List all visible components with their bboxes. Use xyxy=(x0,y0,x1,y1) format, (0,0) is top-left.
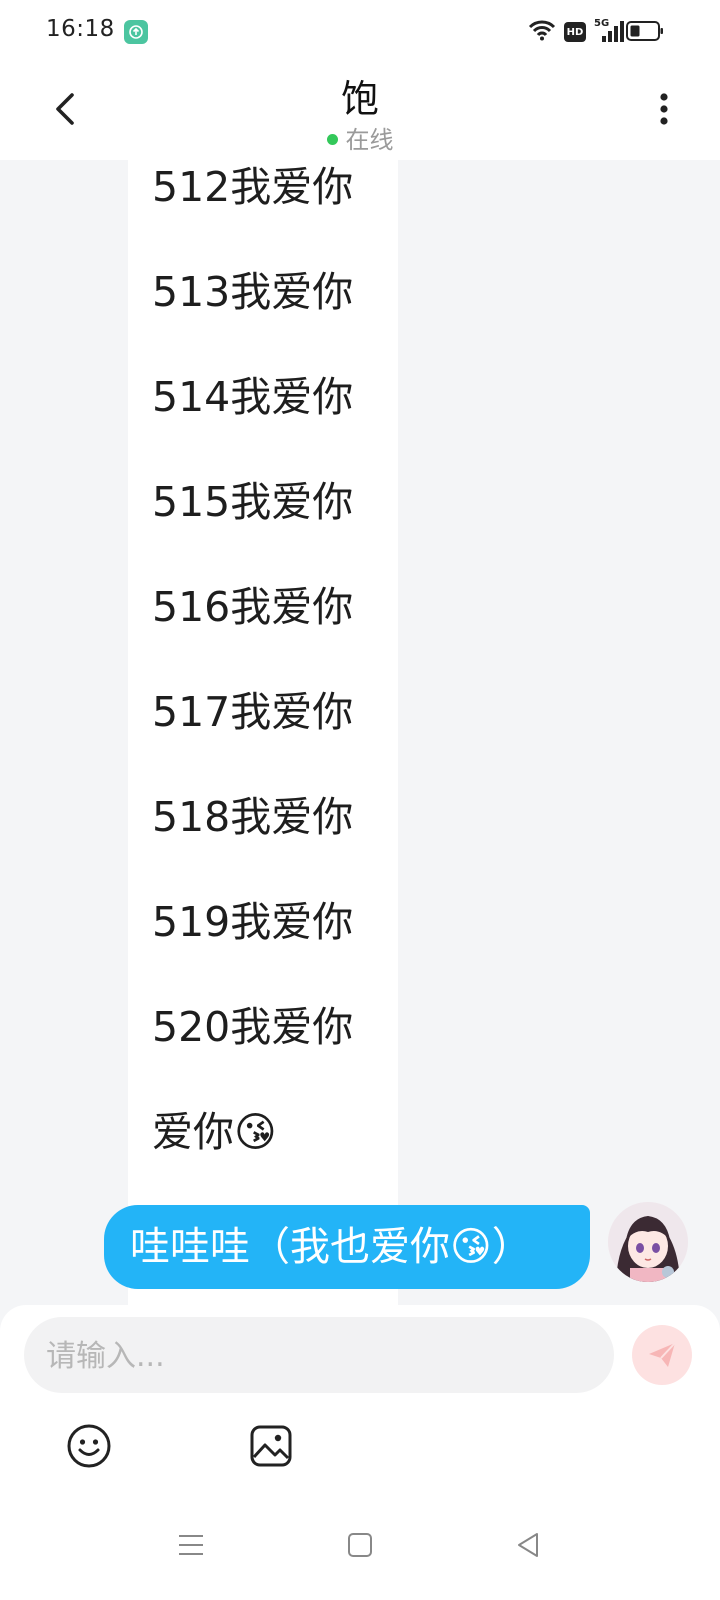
message-line: 爱你😘 xyxy=(152,1108,277,1156)
battery-icon xyxy=(626,20,664,46)
avatar-illustration xyxy=(608,1202,688,1282)
message-line: 516我爱你 xyxy=(152,583,354,631)
nav-home-button[interactable] xyxy=(345,1530,375,1560)
chat-title: 饱 xyxy=(340,77,379,121)
message-line: 518我爱你 xyxy=(152,793,354,841)
image-button[interactable] xyxy=(248,1423,294,1469)
avatar[interactable] xyxy=(608,1202,688,1282)
message-line: 512我爱你 xyxy=(152,163,354,211)
send-icon xyxy=(649,1342,676,1367)
more-options-button[interactable] xyxy=(648,87,680,131)
status-bar: 16:18 HD 5G xyxy=(0,0,720,62)
emoji-button[interactable] xyxy=(66,1423,112,1469)
message-line: 519我爱你 xyxy=(152,898,354,946)
message-list[interactable]: 512我爱你 513我爱你 514我爱你 515我爱你 516我爱你 517我爱… xyxy=(0,160,720,1305)
app-notification-icon xyxy=(124,20,148,44)
message-line: 517我爱你 xyxy=(152,688,354,736)
menu-icon xyxy=(179,1535,203,1555)
message-line: 513我爱你 xyxy=(152,268,354,316)
send-button[interactable] xyxy=(632,1325,692,1385)
wifi-icon xyxy=(528,19,556,45)
home-square-icon xyxy=(348,1533,372,1557)
incoming-message-bubble[interactable]: 512我爱你 513我爱你 514我爱你 515我爱你 516我爱你 517我爱… xyxy=(128,160,398,1305)
message-line: 520我爱你 xyxy=(152,1003,354,1051)
online-status: 在线 xyxy=(0,120,720,155)
message-line: 515我爱你 xyxy=(152,478,354,526)
emoji-icon xyxy=(67,1424,111,1468)
online-dot xyxy=(326,133,338,145)
outgoing-message-bubble[interactable]: 哇哇哇（我也爱你😘） xyxy=(104,1205,590,1289)
more-vertical-icon xyxy=(660,93,668,125)
chat-header: 饱 在线 xyxy=(0,62,720,160)
triangle-back-icon xyxy=(518,1533,538,1557)
message-input[interactable] xyxy=(44,1317,598,1395)
online-status-text: 在线 xyxy=(345,126,394,154)
status-time: 16:18 xyxy=(46,16,115,42)
nav-back-button[interactable] xyxy=(513,1530,543,1560)
hd-badge: HD xyxy=(564,22,586,42)
signal-icon: 5G xyxy=(594,18,624,44)
image-icon xyxy=(250,1425,292,1467)
nav-menu-button[interactable] xyxy=(176,1530,206,1560)
message-input-container[interactable] xyxy=(24,1317,614,1395)
message-line: 514我爱你 xyxy=(152,373,354,421)
